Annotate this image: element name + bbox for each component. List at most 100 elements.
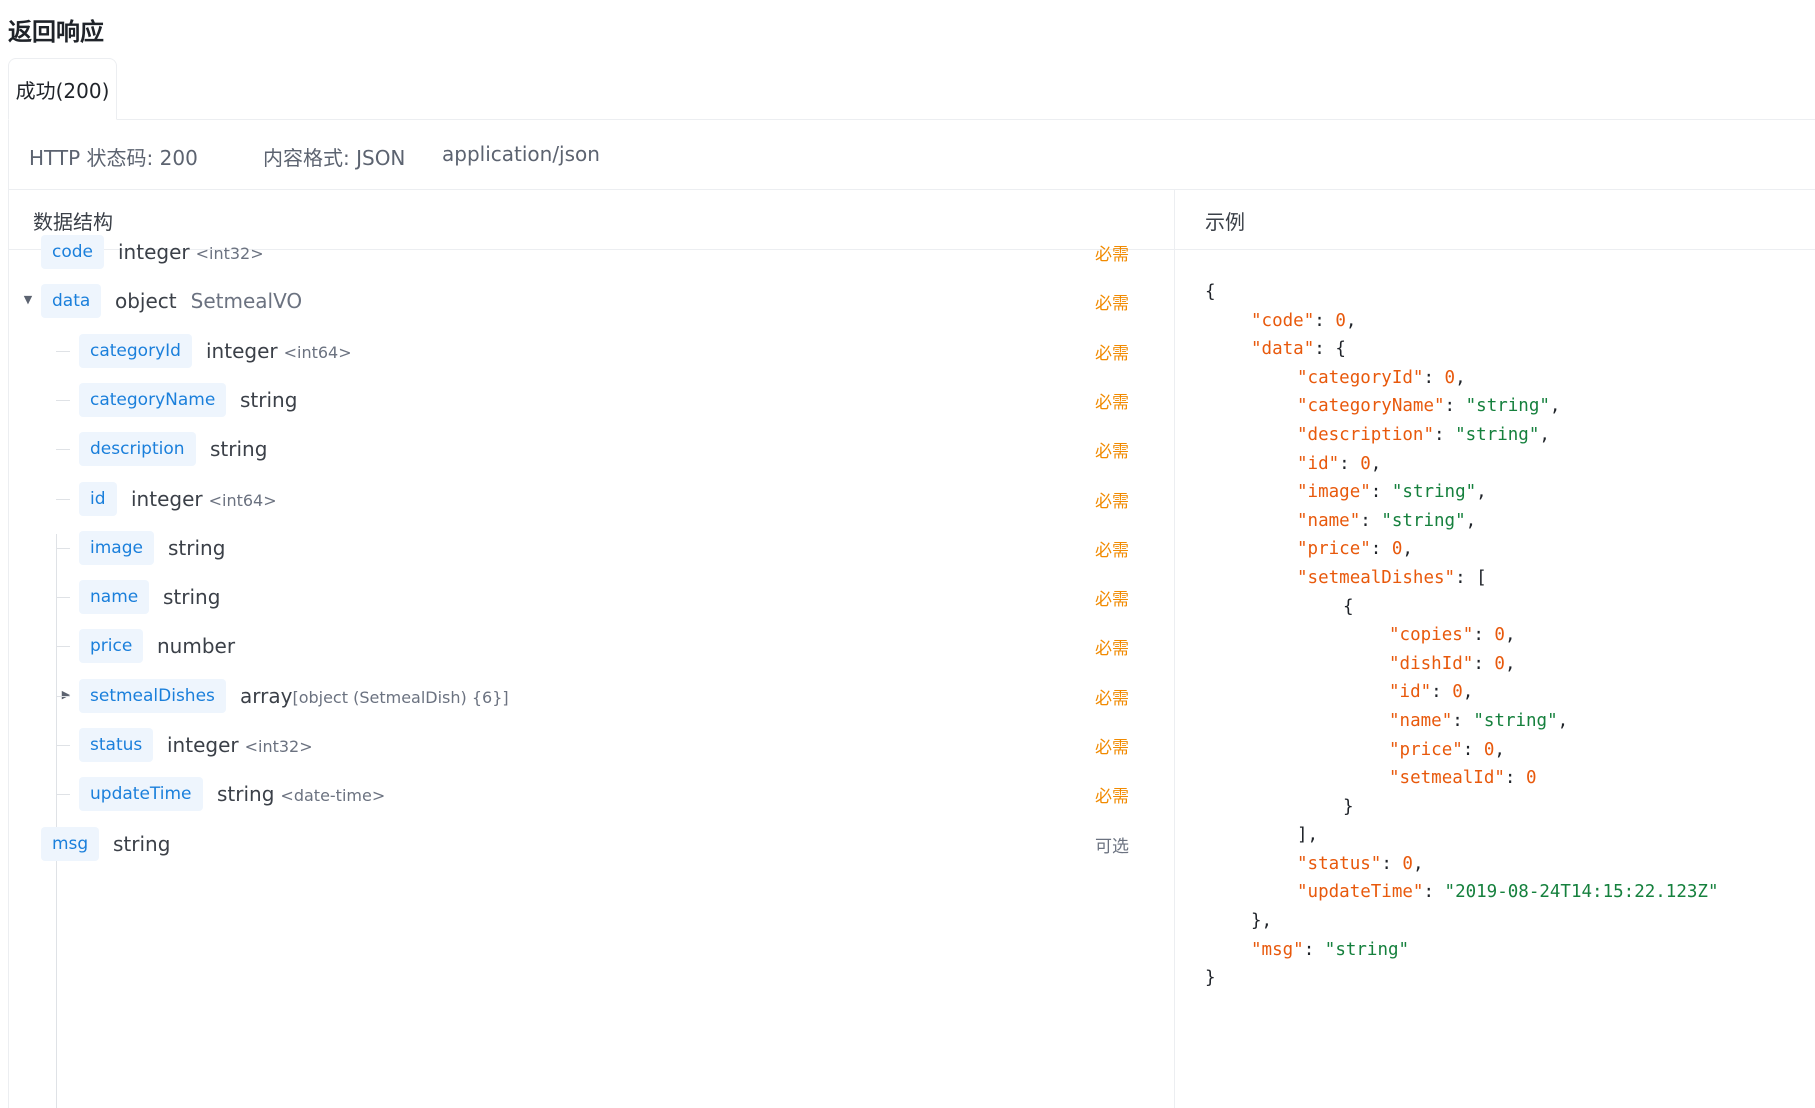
json-quote: "	[1297, 510, 1308, 531]
json-quote: "	[1297, 424, 1308, 445]
json-key: code	[1261, 310, 1304, 331]
field-name[interactable]: categoryName	[79, 382, 227, 417]
optional-badge: 可选	[1095, 836, 1129, 857]
json-quote: "	[1494, 768, 1505, 789]
field-name[interactable]: status	[79, 728, 154, 762]
field-type: string	[240, 384, 297, 416]
json-quote: "	[1412, 367, 1424, 388]
content-type: application/json	[442, 142, 600, 166]
field-name[interactable]: data	[41, 284, 102, 319]
field-row-data: ▼ data object SetmealVO 必需	[9, 279, 1175, 323]
field-name[interactable]: categoryId	[79, 333, 192, 368]
json-key: name	[1307, 510, 1350, 531]
http-status-code: HTTP 状态码: 200	[29, 146, 198, 170]
field-type: integer <int32>	[118, 236, 264, 268]
caret-right-icon[interactable]: ▶	[59, 688, 73, 702]
json-quote: "	[1251, 939, 1262, 960]
code-line: "code": 0,	[1205, 307, 1719, 336]
json-quote: "	[1360, 539, 1371, 560]
json-quote: "	[1465, 482, 1477, 503]
json-colon: :	[1381, 853, 1403, 874]
json-number-value: 0	[1483, 739, 1495, 760]
json-string-value: string	[1483, 710, 1548, 731]
code-line: "data": {	[1205, 335, 1719, 364]
json-punctuation: {	[1343, 596, 1354, 617]
json-key: name	[1399, 710, 1442, 731]
json-quote: "	[1297, 853, 1308, 874]
tree-branch-line	[56, 794, 70, 796]
field-name[interactable]: name	[79, 580, 150, 615]
json-key: id	[1399, 682, 1421, 703]
tree-branch-line	[56, 350, 70, 352]
json-quote: "	[1452, 739, 1463, 760]
example-header-label: 示例	[1205, 210, 1245, 234]
field-name[interactable]: id	[79, 481, 117, 516]
field-type-name: string	[210, 437, 268, 462]
field-array-detail: [object (SetmealDish) {6}]	[292, 687, 509, 707]
field-type: string	[210, 433, 267, 465]
field-format: <int32>	[195, 244, 264, 263]
tree-branch-line	[56, 399, 70, 401]
schema-pane: 数据结构 code integer <int32> 必需 ▼ data object Setm…	[9, 190, 1175, 1108]
field-row-image: image string 必需	[9, 526, 1175, 570]
field-row-description: description string 必需	[9, 427, 1175, 471]
code-line: "msg": "string"	[1205, 936, 1719, 965]
response-tab-bar: 成功(200)	[8, 58, 1815, 120]
tree-branch-line	[56, 745, 70, 746]
json-key: copies	[1399, 625, 1463, 646]
field-name[interactable]: setmealDishes	[79, 678, 226, 713]
field-type-name: number	[157, 634, 236, 659]
field-name[interactable]: price	[79, 629, 144, 664]
json-punctuation: ,	[1462, 682, 1474, 703]
json-quote: "	[1462, 625, 1474, 646]
json-quote: "	[1423, 424, 1434, 445]
field-name[interactable]: code	[41, 235, 104, 269]
field-ref-schema[interactable]: SetmealVO	[191, 289, 303, 313]
code-line: }	[1205, 793, 1719, 822]
json-quote: "	[1444, 567, 1456, 588]
field-format: <int32>	[244, 737, 313, 756]
json-string-value: string	[1476, 396, 1540, 417]
field-row-setmealDishes: ▶ setmealDishes array[object (SetmealDish)…	[9, 674, 1175, 718]
json-quote: "	[1297, 882, 1308, 903]
json-key: dishId	[1399, 653, 1463, 674]
json-colon: :	[1370, 539, 1392, 560]
json-punctuation: {	[1205, 282, 1216, 302]
field-name[interactable]: description	[79, 432, 196, 467]
required-badge: 必需	[1095, 590, 1129, 611]
json-key: updateTime	[1307, 882, 1413, 903]
field-name[interactable]: msg	[41, 826, 100, 861]
json-number-value: 0	[1494, 653, 1505, 674]
field-type-name: string	[217, 782, 275, 807]
field-type-name: object	[115, 289, 177, 314]
json-colon: :	[1455, 567, 1477, 588]
field-name[interactable]: image	[79, 530, 154, 565]
field-type: number	[157, 630, 235, 662]
json-colon: :	[1452, 710, 1474, 731]
json-punctuation: {	[1335, 339, 1346, 360]
section-title: 返回响应	[8, 18, 104, 46]
json-punctuation: ,	[1370, 453, 1382, 474]
json-quote: "	[1349, 510, 1361, 531]
json-punctuation: ,	[1455, 367, 1466, 388]
json-quote: "	[1539, 396, 1550, 417]
tab-success-200[interactable]: 成功(200)	[8, 58, 117, 120]
caret-down-icon[interactable]: ▼	[21, 293, 35, 307]
json-number-value: 0	[1335, 310, 1346, 331]
json-punctuation: ,	[1504, 653, 1516, 674]
json-colon: :	[1504, 768, 1526, 789]
tree-branch-line	[56, 449, 70, 451]
field-row-price: price number 必需	[9, 624, 1175, 668]
response-panel: 数据结构 code integer <int32> 必需 ▼ data object Setm…	[8, 190, 1815, 1108]
field-name[interactable]: updateTime	[79, 777, 203, 812]
json-colon: :	[1473, 653, 1495, 674]
field-row-code: code integer <int32> 必需	[9, 230, 1175, 274]
code-line: "image": "string",	[1205, 478, 1719, 507]
json-key: data	[1261, 339, 1304, 360]
json-number-value: 0	[1391, 539, 1403, 560]
json-number-value: 0	[1444, 367, 1456, 388]
code-line: "id": 0,	[1205, 678, 1719, 707]
json-quote: "	[1412, 882, 1424, 903]
json-colon: :	[1462, 739, 1484, 760]
json-number-value: 0	[1452, 682, 1463, 703]
